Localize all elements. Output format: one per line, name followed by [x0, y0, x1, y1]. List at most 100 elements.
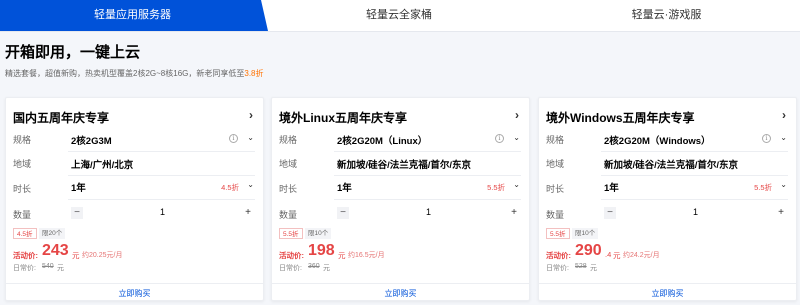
region-value: 上海/广州/北京	[71, 160, 134, 171]
spec-label: 规格	[279, 135, 298, 145]
row-divider	[68, 199, 255, 200]
page-title: 开箱即用，一键上云	[5, 44, 141, 61]
plus-icon[interactable]: +	[242, 207, 254, 219]
region-value: 新加坡/硅谷/法兰克福/首尔/东京	[604, 160, 739, 171]
chevron-right-icon[interactable]: ›	[515, 108, 519, 122]
card-title: 国内五周年庆专享	[13, 111, 110, 125]
row-divider	[334, 199, 521, 200]
duration-label: 时长	[13, 184, 32, 194]
price-unit: 元	[72, 251, 80, 260]
spec-value[interactable]: 2核2G20M（Linux）	[337, 133, 427, 147]
price-per-month: 约20.25元/月	[82, 252, 123, 259]
price-value: 243	[42, 242, 69, 259]
subtitle-text: 精选套餐，超值新购，热卖机型覆盖2核2G~8核16G，新老同享低至	[5, 69, 245, 78]
discount-tag: 5.5折	[279, 228, 303, 239]
original-price-label: 日常价:	[546, 265, 569, 272]
chevron-right-icon[interactable]: ›	[249, 108, 253, 122]
spec-value[interactable]: 2核2G20M（Windows）	[604, 133, 711, 147]
duration-discount-badge: 5.5折	[754, 183, 772, 192]
price-unit: 元	[338, 251, 346, 260]
row-divider	[601, 175, 788, 176]
card-footer-divider	[539, 283, 796, 284]
quantity-label: 数量	[546, 210, 565, 220]
quantity-label: 数量	[279, 210, 298, 220]
chevron-down-icon[interactable]: ⌄	[513, 180, 520, 189]
spec-label: 规格	[546, 135, 565, 145]
row-divider	[601, 199, 788, 200]
original-price-unit: 元	[590, 265, 597, 272]
chevron-down-icon[interactable]: ⌄	[247, 133, 254, 142]
buy-now-button[interactable]: 立即购买	[272, 288, 529, 299]
original-price: 528	[575, 263, 587, 270]
tab-lighthouse-server[interactable]: 轻量应用服务器	[0, 0, 265, 31]
quantity-stepper: − 1 +	[71, 206, 254, 222]
row-divider	[334, 151, 521, 152]
region-label: 地域	[279, 159, 298, 169]
chevron-down-icon[interactable]: ⌄	[513, 133, 520, 142]
duration-value[interactable]: 1年	[337, 180, 352, 194]
info-icon[interactable]: i	[762, 134, 771, 143]
product-card-overseas-windows: 境外Windows五周年庆专享 › 规格 2核2G20M（Windows） i …	[538, 97, 797, 301]
spec-value[interactable]: 2核2G3M	[71, 133, 112, 147]
row-divider	[68, 175, 255, 176]
product-tabs: 轻量应用服务器 轻量云全家桶 轻量云·游戏服	[0, 0, 800, 31]
row-divider	[334, 175, 521, 176]
row-divider	[601, 151, 788, 152]
price-value: 290	[575, 242, 602, 259]
duration-discount-badge: 5.5折	[487, 183, 505, 192]
buy-now-button[interactable]: 立即购买	[6, 288, 263, 299]
quantity-stepper: − 1 +	[337, 206, 520, 222]
buy-now-button[interactable]: 立即购买	[539, 288, 796, 299]
chevron-right-icon[interactable]: ›	[782, 108, 786, 122]
duration-label: 时长	[546, 184, 565, 194]
price-unit: 元	[613, 251, 621, 260]
product-card-overseas-linux: 境外Linux五周年庆专享 › 规格 2核2G20M（Linux） i ⌄ 地域…	[271, 97, 530, 301]
plus-icon[interactable]: +	[775, 207, 787, 219]
chevron-down-icon[interactable]: ⌄	[780, 180, 787, 189]
original-price-label: 日常价:	[13, 265, 36, 272]
limit-tag: 限20个	[39, 228, 66, 239]
price-value: 198	[308, 242, 335, 259]
tab-divider	[0, 31, 800, 32]
price-label: 活动价:	[13, 251, 38, 260]
quantity-stepper: − 1 +	[604, 206, 787, 222]
quantity-value[interactable]: 1	[71, 207, 254, 217]
plus-icon[interactable]: +	[508, 207, 520, 219]
original-price-unit: 元	[57, 265, 64, 272]
original-price-label: 日常价:	[279, 265, 302, 272]
region-label: 地域	[13, 159, 32, 169]
row-divider	[68, 151, 255, 152]
region-label: 地域	[546, 159, 565, 169]
price-per-month: 约24.2元/月	[623, 252, 660, 259]
tab-lighthouse-bundle[interactable]: 轻量云全家桶	[265, 0, 533, 31]
product-card-domestic: 国内五周年庆专享 › 规格 2核2G3M i ⌄ 地域 上海/广州/北京 时长 …	[5, 97, 264, 301]
discount-tag: 5.5折	[546, 228, 570, 239]
quantity-value[interactable]: 1	[337, 207, 520, 217]
original-price: 540	[42, 263, 54, 270]
quantity-label: 数量	[13, 210, 32, 220]
price-label: 活动价:	[279, 251, 304, 260]
duration-value[interactable]: 1年	[71, 180, 86, 194]
chevron-down-icon[interactable]: ⌄	[247, 180, 254, 189]
duration-discount-badge: 4.5折	[221, 183, 239, 192]
price-per-month: 约16.5元/月	[348, 252, 385, 259]
price-decimal: .4	[605, 250, 612, 259]
original-price: 360	[308, 263, 320, 270]
region-value: 新加坡/硅谷/法兰克福/首尔/东京	[337, 160, 472, 171]
limit-tag: 限10个	[305, 228, 332, 239]
subtitle-highlight: 3.8折	[244, 69, 264, 78]
card-footer-divider	[6, 283, 263, 284]
tab-lighthouse-game[interactable]: 轻量云·游戏服	[533, 0, 800, 31]
card-footer-divider	[272, 283, 529, 284]
info-icon[interactable]: i	[229, 134, 238, 143]
card-title: 境外Windows五周年庆专享	[546, 111, 695, 125]
duration-label: 时长	[279, 184, 298, 194]
discount-tag: 4.5折	[13, 228, 37, 239]
duration-value[interactable]: 1年	[604, 180, 619, 194]
quantity-value[interactable]: 1	[604, 207, 787, 217]
price-label: 活动价:	[546, 251, 571, 260]
info-icon[interactable]: i	[495, 134, 504, 143]
card-title: 境外Linux五周年庆专享	[279, 111, 407, 125]
original-price-unit: 元	[323, 265, 330, 272]
chevron-down-icon[interactable]: ⌄	[780, 133, 787, 142]
